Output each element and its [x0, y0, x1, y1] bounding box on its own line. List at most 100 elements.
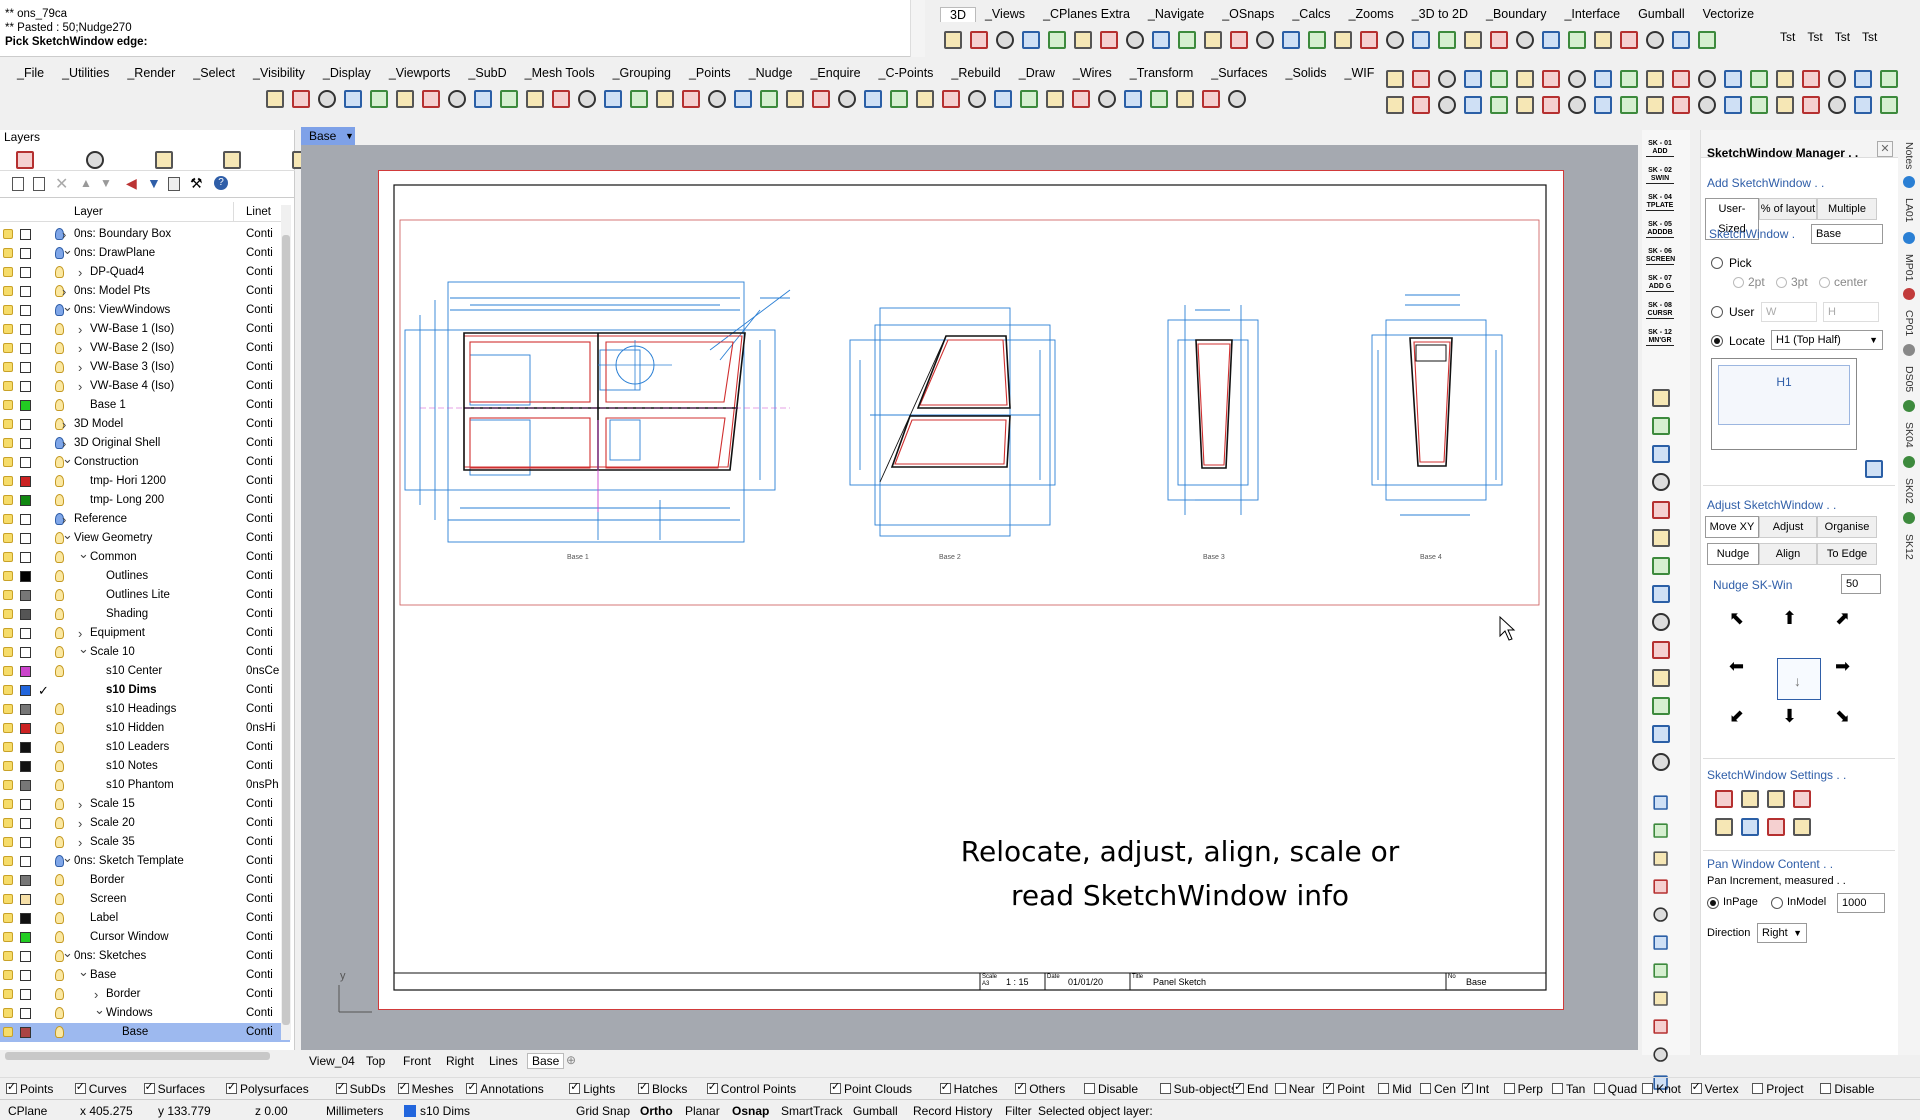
visibility-bulb-icon[interactable]: [55, 361, 64, 373]
checkbox[interactable]: [1274, 1083, 1286, 1094]
toolbar-tool-icon[interactable]: [1824, 66, 1846, 88]
chevron-down-icon[interactable]: ⌄: [62, 449, 73, 468]
visibility-bulb-icon[interactable]: [55, 380, 64, 392]
toolbar-tool-icon[interactable]: [600, 86, 622, 108]
osnap-project[interactable]: Project: [1752, 1082, 1804, 1096]
lock-icon[interactable]: [3, 400, 13, 410]
osnap-vertex[interactable]: Vertex: [1690, 1080, 1739, 1096]
layer-linetype[interactable]: Conti: [246, 814, 273, 833]
toolbar-tool-icon[interactable]: [1356, 27, 1378, 49]
chevron-right-icon[interactable]: ›: [78, 795, 82, 814]
toolbar-tab[interactable]: _Select: [184, 66, 244, 80]
toolbar-tool-icon[interactable]: [314, 86, 336, 108]
sketchwindow-name-field[interactable]: Base: [1811, 224, 1883, 244]
vertical-tab[interactable]: Notes: [1903, 142, 1915, 169]
layer-linetype[interactable]: Conti: [246, 339, 273, 358]
visibility-bulb-icon[interactable]: [55, 988, 64, 1000]
sketch-tool-icon[interactable]: [1648, 413, 1670, 435]
layer-row[interactable]: ⌄ 0ns: Sketch Template Conti: [0, 850, 290, 871]
layer-linetype[interactable]: Conti: [246, 472, 273, 491]
visibility-bulb-icon[interactable]: [55, 893, 64, 905]
checkbox[interactable]: [706, 1080, 718, 1094]
back-icon[interactable]: ◀: [126, 175, 137, 192]
toolbar-tool-icon[interactable]: [704, 86, 726, 108]
sketch-tool-icon[interactable]: [1650, 904, 1668, 922]
vertical-tab[interactable]: LA01: [1903, 198, 1915, 223]
layer-row[interactable]: Border Conti: [0, 871, 290, 890]
vertical-tab[interactable]: DS05: [1903, 366, 1915, 392]
filter-points[interactable]: Points: [6, 1080, 53, 1096]
lock-icon[interactable]: [3, 457, 13, 467]
lock-icon[interactable]: [3, 913, 13, 923]
visibility-bulb-icon[interactable]: [55, 760, 64, 772]
toolbar-tool-icon[interactable]: [444, 86, 466, 108]
layer-row[interactable]: › 0ns: Model Pts Conti: [0, 282, 290, 301]
toolbar-tool-icon[interactable]: [1824, 92, 1846, 114]
sk-button[interactable]: SK - 04 TPLATE: [1646, 194, 1674, 211]
toolbar-tool-icon[interactable]: [1876, 92, 1898, 114]
checkbox[interactable]: [1552, 1083, 1563, 1094]
layer-row[interactable]: Shading Conti: [0, 605, 290, 624]
layer-color-swatch[interactable]: [20, 419, 31, 430]
layer-linetype[interactable]: Conti: [246, 947, 273, 966]
window-rename-icon[interactable]: [1737, 814, 1759, 836]
toolbar-tab[interactable]: _Viewports: [380, 66, 460, 80]
lock-icon[interactable]: [3, 723, 13, 733]
tab-adjust[interactable]: Adjust: [1759, 516, 1817, 538]
delete-icon[interactable]: ✕: [55, 174, 68, 194]
layer-linetype[interactable]: Conti: [246, 738, 273, 757]
visibility-bulb-icon[interactable]: [55, 836, 64, 848]
layer-linetype[interactable]: 0nsCe: [246, 662, 279, 681]
checkbox[interactable]: [1752, 1083, 1764, 1094]
toolbar-tool-icon[interactable]: [1616, 92, 1638, 114]
hide-toggle-icon[interactable]: [1789, 814, 1811, 836]
toolbar-tool-icon[interactable]: [1278, 27, 1300, 49]
command-scrollbar[interactable]: [910, 0, 925, 57]
chevron-right-icon[interactable]: ›: [78, 263, 82, 282]
layer-color-swatch[interactable]: [20, 875, 31, 886]
toolbar-tab[interactable]: Gumball: [1629, 7, 1694, 22]
sk-button[interactable]: SK - 08 CURSR: [1646, 302, 1674, 319]
toolbar-tool-icon[interactable]: [1252, 27, 1274, 49]
cplane-label[interactable]: CPlane: [8, 1104, 47, 1118]
toolbar-tab[interactable]: _Solids: [1277, 66, 1336, 80]
visibility-bulb-icon[interactable]: [55, 1007, 64, 1019]
command-history[interactable]: ** ons_79ca ** Pasted : 50;Nudge270 Pick…: [0, 0, 925, 57]
display-tab-icon[interactable]: [151, 147, 173, 169]
toolbar-tool-icon[interactable]: [1408, 92, 1430, 114]
radio-2pt[interactable]: [1733, 277, 1744, 288]
toolbar-tool-icon[interactable]: [1460, 27, 1482, 49]
lock-icon[interactable]: [3, 286, 13, 296]
checkbox[interactable]: [569, 1080, 581, 1094]
toolbar-tool-icon[interactable]: [1224, 86, 1246, 108]
toolbar-tool-icon[interactable]: [1720, 92, 1742, 114]
record-history-toggle[interactable]: Record History: [913, 1104, 992, 1118]
lock-icon[interactable]: [3, 381, 13, 391]
toolbar-tab[interactable]: _Points: [680, 66, 740, 80]
chevron-down-icon[interactable]: ⌄: [94, 1000, 105, 1019]
toolbar-tool-icon[interactable]: [1616, 66, 1638, 88]
tab-view04[interactable]: View_04: [309, 1054, 355, 1068]
layer-row[interactable]: tmp- Hori 1200 Conti: [0, 472, 290, 491]
user-radio[interactable]: [1711, 306, 1723, 318]
lock-icon[interactable]: [3, 1008, 13, 1018]
lock-icon[interactable]: [3, 419, 13, 429]
toolbar-tool-icon[interactable]: [678, 86, 700, 108]
visibility-bulb-icon[interactable]: [55, 399, 64, 411]
toolbar-tool-icon[interactable]: [756, 86, 778, 108]
chevron-down-icon[interactable]: ⌄: [78, 962, 89, 981]
toolbar-tool-icon[interactable]: [262, 86, 284, 108]
copy-window-icon[interactable]: [1737, 786, 1759, 808]
toolbar-tool-icon[interactable]: [1460, 66, 1482, 88]
layer-row[interactable]: ⌄ Construction Conti: [0, 451, 290, 472]
layer-color-swatch[interactable]: [20, 742, 31, 753]
help-icon[interactable]: ?: [214, 176, 228, 190]
checkbox[interactable]: [1820, 1083, 1832, 1094]
tools-icon[interactable]: ⚒: [190, 175, 203, 192]
layer-linetype[interactable]: Conti: [246, 529, 273, 548]
toolbar-tool-icon[interactable]: [860, 86, 882, 108]
layer-linetype[interactable]: Conti: [246, 282, 273, 301]
toolbar-tool-icon[interactable]: [366, 86, 388, 108]
toolbar-tab[interactable]: _Zooms: [1340, 7, 1403, 22]
toolbar-tool-icon[interactable]: [730, 86, 752, 108]
